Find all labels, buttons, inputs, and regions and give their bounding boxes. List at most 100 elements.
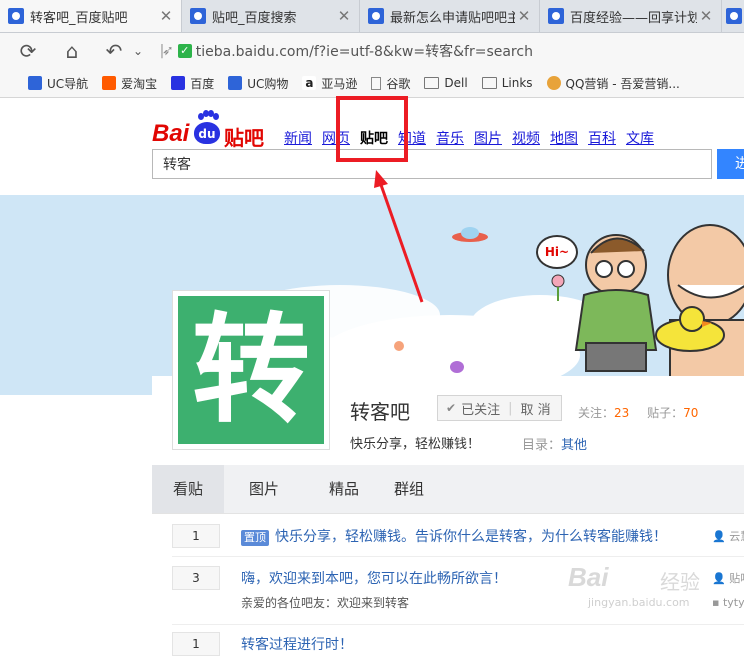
pinned-badge: 置顶 <box>241 530 269 546</box>
chevron-down-icon[interactable]: ⌄ <box>126 39 150 63</box>
bookmark-amazon[interactable]: a 亚马逊 <box>302 75 357 92</box>
baidu-paw-icon <box>8 8 24 24</box>
page-icon <box>371 76 382 90</box>
bookmark-label: 谷歌 <box>386 76 411 91</box>
reply-count: 3 <box>172 566 220 590</box>
bookmark-uc-nav[interactable]: UC导航 <box>28 75 88 92</box>
posts-count: 70 <box>683 406 699 420</box>
forum-avatar: 转 <box>178 296 324 444</box>
browser-tab-3[interactable]: 最新怎么申请贴吧吧主 ✕ <box>360 0 540 32</box>
nav-music[interactable]: 音乐 <box>436 128 464 148</box>
thread-author[interactable]: 👤 云慧 <box>712 528 744 544</box>
tab-title: 贴吧_百度搜索 <box>212 10 297 26</box>
folder-icon <box>481 77 497 89</box>
watermark-site: jingyan.baidu.com <box>588 596 690 609</box>
uc-nav-icon <box>28 76 42 90</box>
bookmark-dell[interactable]: Dell <box>424 76 468 90</box>
nav-news[interactable]: 新闻 <box>284 128 312 148</box>
search-input[interactable]: 转客 <box>152 149 712 179</box>
thread-title[interactable]: 快乐分享，轻松赚钱。告诉你什么是转客，为什么转客能赚钱！ <box>275 529 667 545</box>
bookmarks-bar: UC导航 爱淘宝 百度 UC购物 a 亚马逊 谷歌 Dell Links QQ营… <box>0 69 744 98</box>
posts-label: 贴子： <box>647 406 684 420</box>
nav-map[interactable]: 地图 <box>550 128 578 148</box>
tab-posts[interactable]: 看贴 <box>152 465 225 513</box>
secure-check-icon: ✓ <box>177 44 192 58</box>
forum-avatar-char: 转 <box>191 301 310 439</box>
bookmark-qq[interactable]: QQ营销 - 吾爱营销... <box>546 75 680 92</box>
forum-name[interactable]: 转客吧 <box>350 396 410 425</box>
baidu-paw-icon <box>548 8 564 24</box>
browser-tab-1[interactable]: 转客吧_百度贴吧 ✕ <box>0 0 182 32</box>
bookmark-taobao[interactable]: 爱淘宝 <box>102 75 157 92</box>
reload-icon[interactable]: ⟳ <box>16 39 40 63</box>
tab-featured[interactable]: 精品 <box>304 465 384 513</box>
tab-title: 转客吧_百度贴吧 <box>30 10 128 26</box>
thread-excerpt: 亲爱的各位吧友：欢迎来到转客 <box>241 596 410 610</box>
bookmark-baidu[interactable]: 百度 <box>171 75 214 92</box>
undo-icon[interactable]: ↶ <box>102 39 126 63</box>
nav-baike[interactable]: 百科 <box>588 128 616 148</box>
divider <box>172 624 744 625</box>
ball-decoration <box>394 341 404 351</box>
follow-button[interactable]: ✔ 已关注 | 取 消 <box>437 395 562 421</box>
browser-tab-2[interactable]: 贴吧_百度搜索 ✕ <box>182 0 360 32</box>
nav-wenku[interactable]: 文库 <box>626 128 654 148</box>
close-icon[interactable]: ✕ <box>157 7 175 25</box>
close-icon[interactable]: ✕ <box>515 7 533 25</box>
ufo-icon <box>452 227 488 242</box>
followed-label: 已关注 <box>461 402 501 418</box>
baidu-paw-icon <box>726 8 742 24</box>
user-icon: 👤 <box>712 530 726 543</box>
divider: | <box>508 400 513 416</box>
baidu-tieba-logo[interactable]: Bai du 贴吧 <box>152 108 270 150</box>
taobao-icon <box>102 76 117 90</box>
navigation-bar: ⟳ ⌂ ↶ ⌄ | ➶ ✓ tieba.baidu.com/f?ie=utf-8… <box>0 33 744 69</box>
bookmark-label: UC导航 <box>47 76 89 91</box>
bookmark-label: 爱淘宝 <box>121 76 158 91</box>
bookmark-label: QQ营销 - 吾爱营销... <box>565 76 680 91</box>
thread-title[interactable]: 嗨，欢迎来到本吧，您可以在此畅所欲言！ <box>241 568 507 588</box>
reply-count: 1 <box>172 632 220 656</box>
bookmark-links[interactable]: Links <box>481 76 533 90</box>
annotation-arrow-icon <box>374 170 424 303</box>
tab-groups[interactable]: 群组 <box>384 465 434 513</box>
followers-count: 23 <box>614 406 630 420</box>
nav-video[interactable]: 视频 <box>512 128 540 148</box>
bookmark-label: 亚马逊 <box>321 76 358 91</box>
nav-images[interactable]: 图片 <box>474 128 502 148</box>
browser-tab-4[interactable]: 百度经验——回享计划 ✕ <box>540 0 722 32</box>
forum-slogan: 快乐分享，轻松赚钱！ <box>350 437 481 452</box>
browser-tab-strip: 转客吧_百度贴吧 ✕ 贴吧_百度搜索 ✕ 最新怎么申请贴吧吧主 ✕ 百度经验——… <box>0 0 744 33</box>
browser-tab-5[interactable] <box>722 0 744 32</box>
ball-decoration <box>450 361 464 373</box>
bookmark-uc-shop[interactable]: UC购物 <box>228 75 288 92</box>
tab-images[interactable]: 图片 <box>224 465 304 513</box>
search-button[interactable]: 进 <box>717 149 744 179</box>
forum-tabs: 看贴 图片 精品 群组 <box>152 465 744 514</box>
url-text[interactable]: tieba.baidu.com/f?ie=utf-8&kw=转客&fr=sear… <box>196 41 533 61</box>
rocket-icon: ➶ <box>162 43 174 59</box>
bookmark-google[interactable]: 谷歌 <box>371 75 410 92</box>
check-icon: ✔ <box>446 401 457 415</box>
forum-stats: 关注：23 贴子：70 <box>578 404 698 421</box>
address-bar[interactable]: ➶ ✓ tieba.baidu.com/f?ie=utf-8&kw=转客&fr=… <box>162 39 744 63</box>
close-icon[interactable]: ✕ <box>697 7 715 25</box>
amazon-icon: a <box>302 76 317 90</box>
home-icon[interactable]: ⌂ <box>60 39 84 63</box>
baidu-paw-icon <box>171 76 186 90</box>
logo-du: du <box>194 122 220 144</box>
paw-icon <box>198 110 219 120</box>
logo-bai: Bai <box>152 120 190 147</box>
followers-label: 关注： <box>578 406 615 420</box>
author-name: 云慧 <box>729 530 744 543</box>
watermark-brand: Bai <box>568 562 609 592</box>
close-icon[interactable]: ✕ <box>335 7 353 25</box>
unfollow-link[interactable]: 取 消 <box>520 399 550 418</box>
thread-title[interactable]: 转客过程进行时！ <box>241 634 353 654</box>
catalog-link[interactable]: 其他 <box>561 438 587 453</box>
forum-avatar-frame[interactable]: 转 <box>172 290 330 450</box>
uc-shop-icon <box>228 76 243 90</box>
thread-title-wrap: 置顶 快乐分享，轻松赚钱。告诉你什么是转客，为什么转客能赚钱！ <box>241 526 667 546</box>
bookmark-label: 百度 <box>190 76 215 91</box>
bookmark-label: Dell <box>444 76 468 90</box>
